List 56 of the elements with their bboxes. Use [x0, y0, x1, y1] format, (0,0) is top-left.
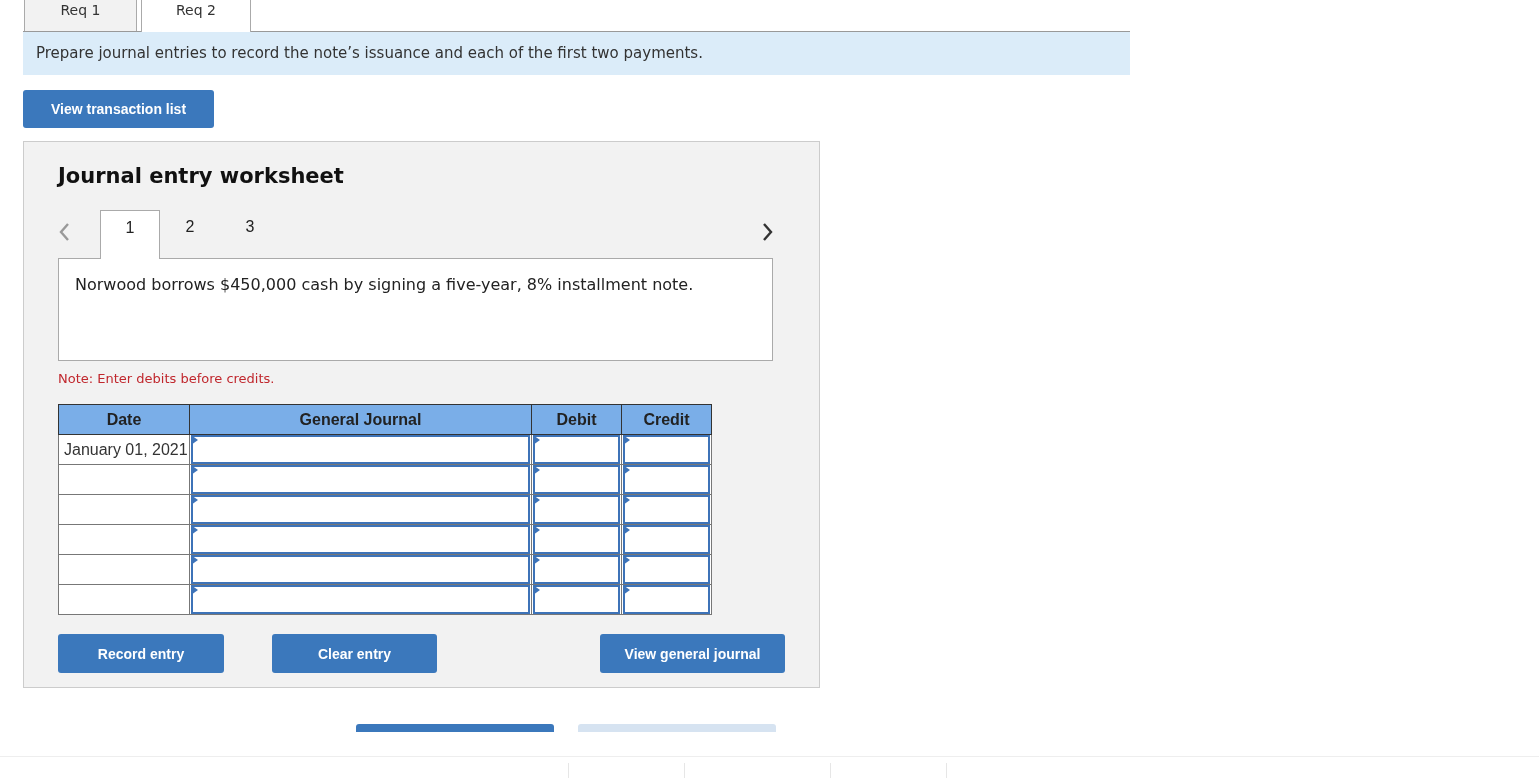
transaction-description: Norwood borrows $450,000 cash by signing a five-year, 8% installment note. [58, 258, 773, 361]
corner-marker-icon [623, 525, 630, 535]
entry-field[interactable] [623, 465, 710, 494]
column-header: Credit [621, 404, 712, 435]
entry-field[interactable] [623, 435, 710, 464]
entry-field[interactable] [533, 435, 620, 464]
entry-field[interactable] [533, 585, 620, 614]
entry-field[interactable] [191, 585, 530, 614]
entry-field[interactable] [623, 495, 710, 524]
entry-field[interactable] [191, 525, 530, 554]
instruction-text: Prepare journal entries to record the note’s issuance and each of the first two payments. [23, 32, 1130, 75]
view-general-journal-button[interactable]: View general journal [600, 634, 785, 673]
entry-field[interactable] [533, 465, 620, 494]
entry-field[interactable] [533, 495, 620, 524]
entry-field[interactable] [191, 555, 530, 584]
corner-marker-icon [191, 585, 198, 595]
record-entry-button[interactable]: Record entry [58, 634, 224, 673]
corner-marker-icon [191, 465, 198, 475]
corner-marker-icon [533, 585, 540, 595]
column-header: Date [58, 404, 190, 435]
column-header: General Journal [189, 404, 532, 435]
view-transaction-list-button[interactable]: View transaction list [23, 90, 214, 128]
column-header: Debit [531, 404, 622, 435]
entry-field[interactable] [533, 525, 620, 554]
note-text: Note: Enter debits before credits. [58, 371, 276, 388]
corner-marker-icon [533, 495, 540, 505]
corner-marker-icon [533, 465, 540, 475]
entry-field[interactable] [191, 495, 530, 524]
entry-field[interactable] [623, 555, 710, 584]
entry-field[interactable] [191, 435, 530, 464]
corner-marker-icon [623, 495, 630, 505]
step-tab[interactable]: 3 [220, 210, 280, 258]
corner-marker-icon [623, 585, 630, 595]
clear-entry-button[interactable]: Clear entry [272, 634, 437, 673]
corner-marker-icon [191, 435, 198, 445]
previous-icon[interactable] [58, 222, 70, 242]
corner-marker-icon [191, 495, 198, 505]
entry-field[interactable] [623, 585, 710, 614]
corner-marker-icon [533, 555, 540, 565]
corner-marker-icon [623, 465, 630, 475]
worksheet-title: Journal entry worksheet [58, 164, 345, 190]
corner-marker-icon [191, 525, 198, 535]
requirement-tab[interactable]: Req 2 [141, 0, 251, 32]
corner-marker-icon [623, 555, 630, 565]
corner-marker-icon [623, 435, 630, 445]
entry-field[interactable] [191, 465, 530, 494]
next-icon[interactable] [762, 222, 774, 242]
step-tab[interactable]: 2 [160, 210, 220, 258]
date-cell-text: January 01, 2021 [63, 440, 188, 458]
corner-marker-icon [533, 525, 540, 535]
entry-field[interactable] [623, 525, 710, 554]
entry-field[interactable] [533, 555, 620, 584]
corner-marker-icon [191, 555, 198, 565]
corner-marker-icon [533, 435, 540, 445]
requirement-tab[interactable]: Req 1 [24, 0, 137, 31]
step-tab[interactable]: 1 [100, 210, 160, 259]
